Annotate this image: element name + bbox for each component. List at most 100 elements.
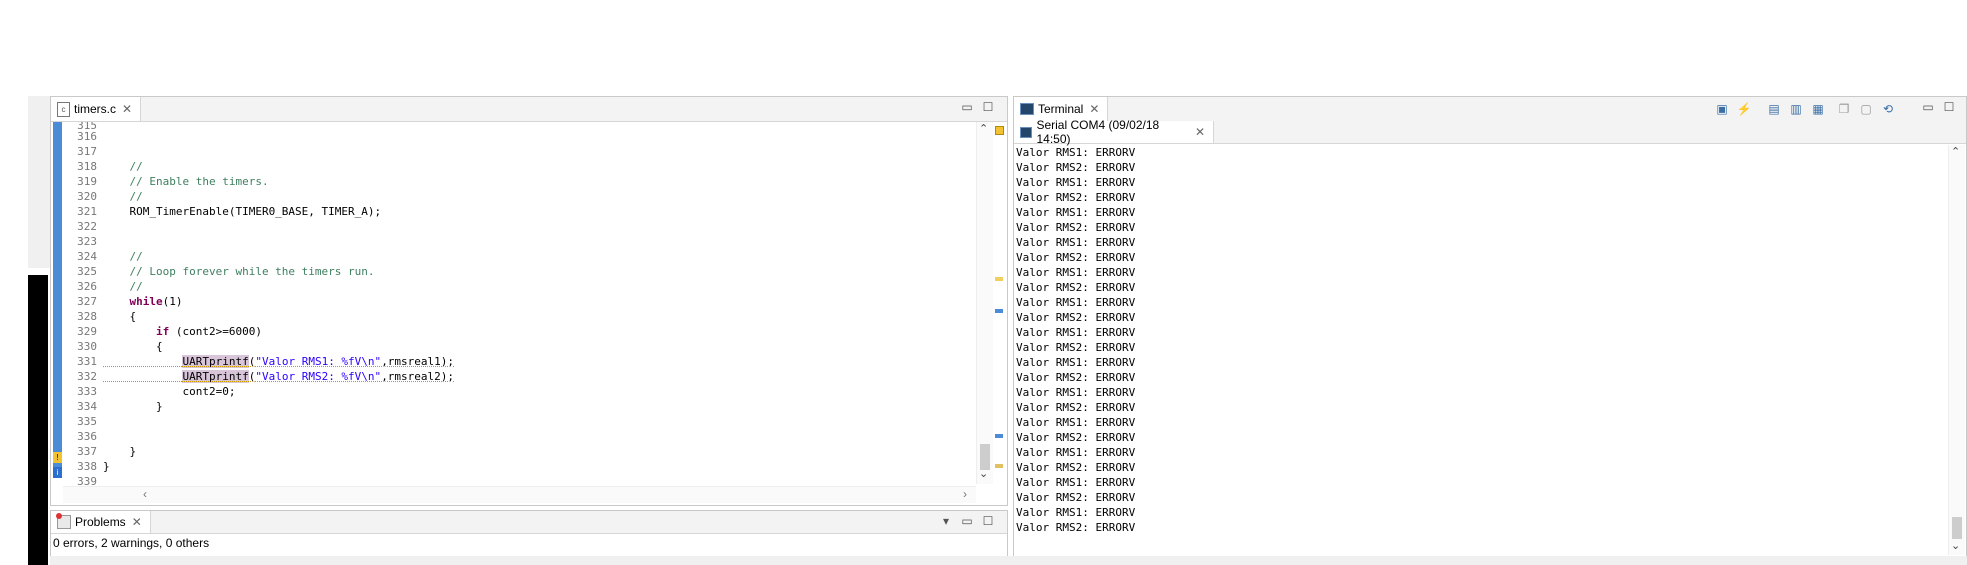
- warning-marker[interactable]: [995, 126, 1004, 135]
- terminal-line: Valor RMS1: ERRORV: [1016, 386, 1136, 399]
- scroll-right-icon[interactable]: ›: [963, 487, 967, 501]
- terminal-line: Valor RMS1: ERRORV: [1016, 176, 1136, 189]
- terminal-line: Valor RMS2: ERRORV: [1016, 251, 1136, 264]
- line-number: 334: [77, 400, 97, 413]
- line-number: 327: [77, 295, 97, 308]
- line-number: 315: [77, 122, 97, 129]
- scroll-up-icon[interactable]: ⌃: [1951, 145, 1960, 158]
- scroll-left-icon[interactable]: ‹: [143, 487, 147, 501]
- line-number: 323: [77, 235, 97, 248]
- line-numbers: 315 316 317 318 319 320 321 322 323 324 …: [63, 122, 97, 489]
- code-text: (cont2>=6000): [169, 325, 262, 338]
- open-terminal-icon[interactable]: ▣: [1714, 101, 1730, 117]
- scroll-down-icon[interactable]: ⌄: [1951, 539, 1960, 552]
- keyword: if: [155, 325, 170, 338]
- terminal-vertical-scrollbar[interactable]: ⌃ ⌄: [1948, 145, 1965, 555]
- code-line: if (cont2>=6000): [103, 324, 983, 339]
- function-name: UARTprintf: [182, 370, 249, 383]
- line-number: 330: [77, 340, 97, 353]
- scroll-down-icon[interactable]: ⌄: [979, 467, 988, 480]
- maximize-icon[interactable]: ☐: [981, 100, 995, 114]
- remove-terminal-icon[interactable]: ▥: [1788, 101, 1804, 117]
- line-number: 333: [77, 385, 97, 398]
- terminal-line: Valor RMS1: ERRORV: [1016, 206, 1136, 219]
- terminal-line: Valor RMS2: ERRORV: [1016, 401, 1136, 414]
- code-line: while(1): [103, 294, 983, 309]
- toggle-command-input-icon[interactable]: ▤: [1766, 101, 1782, 117]
- close-icon[interactable]: ✕: [1195, 125, 1205, 139]
- tab-label: Terminal: [1038, 102, 1084, 116]
- code-line: cont2=0;: [103, 385, 236, 398]
- terminal-line: Valor RMS2: ERRORV: [1016, 461, 1136, 474]
- view-menu-icon[interactable]: ▾: [939, 514, 953, 528]
- terminal-scroll-thumb[interactable]: [1952, 517, 1962, 539]
- terminal-output[interactable]: Valor RMS1: ERRORV Valor RMS2: ERRORV Va…: [1016, 145, 1916, 535]
- code-line: }: [103, 400, 163, 413]
- code-line: UARTprintf("Valor RMS1: %fV\n",rmsreal1)…: [103, 354, 983, 369]
- line-number: 322: [77, 220, 97, 233]
- code-area[interactable]: // // Enable the timers. // ROM_TimerEna…: [103, 122, 983, 489]
- code-line: //: [103, 280, 143, 293]
- close-icon[interactable]: ✕: [132, 515, 142, 529]
- left-dark-strip: [28, 275, 48, 565]
- maximize-icon[interactable]: ☐: [981, 514, 995, 528]
- settings-icon[interactable]: ▦: [1810, 101, 1826, 117]
- overview-marker[interactable]: [995, 277, 1003, 281]
- overview-marker[interactable]: [995, 434, 1003, 438]
- terminal-icon: [1020, 103, 1034, 115]
- paste-icon[interactable]: ▢: [1858, 101, 1874, 117]
- minimize-icon[interactable]: ▭: [1921, 100, 1935, 114]
- disconnect-icon[interactable]: ⚡: [1736, 101, 1752, 117]
- tab-problems[interactable]: Problems ✕: [51, 511, 151, 533]
- clear-icon[interactable]: ⟲: [1880, 101, 1896, 117]
- line-number: 337: [77, 445, 97, 458]
- terminal-line: Valor RMS1: ERRORV: [1016, 326, 1136, 339]
- info-icon[interactable]: i: [53, 467, 62, 478]
- line-number: 324: [77, 250, 97, 263]
- warning-icon[interactable]: !: [53, 452, 62, 463]
- minimize-icon[interactable]: ▭: [960, 100, 974, 114]
- line-number: 325: [77, 265, 97, 278]
- editor-tabbar: c timers.c ✕ ▭ ☐: [51, 97, 1007, 122]
- minimize-icon[interactable]: ▭: [960, 514, 974, 528]
- terminal-line: Valor RMS1: ERRORV: [1016, 296, 1136, 309]
- line-number: 318: [77, 160, 97, 173]
- code-line: UARTprintf("Valor RMS2: %fV\n",rmsreal2)…: [103, 369, 983, 384]
- line-number: 335: [77, 415, 97, 428]
- terminal-line: Valor RMS1: ERRORV: [1016, 266, 1136, 279]
- line-number: 317: [77, 145, 97, 158]
- maximize-icon[interactable]: ☐: [1942, 100, 1956, 114]
- editor-horizontal-scrollbar[interactable]: ‹ ›: [63, 486, 976, 503]
- line-number: 329: [77, 325, 97, 338]
- code-line: // Enable the timers.: [103, 175, 269, 188]
- left-panel-edge: [28, 96, 50, 268]
- problems-tabbar: Problems ✕ ▾ ▭ ☐: [51, 511, 1007, 534]
- code-line: // Loop forever while the timers run.: [103, 265, 375, 278]
- copy-icon[interactable]: ❐: [1836, 101, 1852, 117]
- editor-gutter-bar: [53, 122, 62, 470]
- string-literal: "Valor RMS1: %fV\n": [255, 355, 382, 368]
- line-number: 321: [77, 205, 97, 218]
- scroll-up-icon[interactable]: ⌃: [979, 122, 988, 135]
- terminal-line: Valor RMS2: ERRORV: [1016, 341, 1136, 354]
- code-text: ,rmsreal2);: [381, 370, 455, 383]
- line-number: 326: [77, 280, 97, 293]
- line-number: 316: [77, 130, 97, 143]
- line-number: 320: [77, 190, 97, 203]
- problems-icon: [56, 513, 71, 529]
- overview-marker[interactable]: [995, 309, 1003, 313]
- overview-marker[interactable]: [995, 464, 1003, 468]
- string-literal: "Valor RMS2: %fV\n": [255, 370, 382, 383]
- editor-vertical-scrollbar[interactable]: ⌃ ⌄: [976, 122, 993, 484]
- line-number: 338: [77, 460, 97, 473]
- tab-timers-c[interactable]: c timers.c ✕: [51, 97, 142, 121]
- tab-serial-com4[interactable]: Serial COM4 (09/02/18 14:50) ✕: [1014, 118, 1214, 146]
- terminal-line: Valor RMS2: ERRORV: [1016, 431, 1136, 444]
- terminal-line: Valor RMS2: ERRORV: [1016, 311, 1136, 324]
- close-icon[interactable]: ✕: [1089, 102, 1099, 116]
- keyword: while: [129, 295, 163, 308]
- terminal-line: Valor RMS2: ERRORV: [1016, 371, 1136, 384]
- close-icon[interactable]: ✕: [122, 102, 132, 116]
